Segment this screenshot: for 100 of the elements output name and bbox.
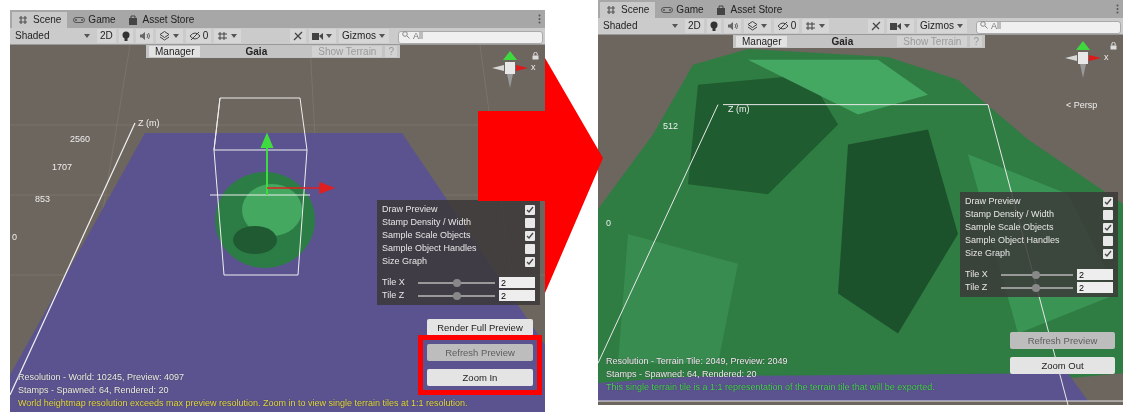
gaia-title: Gaia — [244, 45, 269, 59]
caret-icon — [378, 32, 386, 40]
option-label: Sample Object Handles — [382, 244, 477, 253]
preview-button[interactable]: Zoom In — [427, 369, 533, 386]
search-field[interactable]: All — [398, 30, 543, 44]
option-label: Stamp Density / Width — [382, 218, 472, 227]
caret-icon — [171, 32, 180, 40]
slider-thumb[interactable] — [1031, 283, 1040, 292]
caret-icon — [759, 22, 768, 30]
shading-dropdown[interactable]: Shaded — [12, 29, 94, 43]
checkbox[interactable] — [1103, 222, 1113, 233]
effects-dropdown[interactable] — [743, 19, 771, 33]
axis-label: Z (m) — [728, 105, 750, 114]
axis-tick-label: 512 — [663, 122, 679, 131]
hidden-objects-toggle[interactable]: 0 — [773, 19, 800, 33]
effects-dropdown[interactable] — [155, 29, 183, 43]
tab[interactable]: Game — [67, 12, 122, 28]
caret-icon — [230, 32, 239, 40]
projection-label[interactable]: < Persp — [1066, 101, 1098, 110]
option-label: Size Graph — [965, 249, 1011, 258]
hidden-objects-toggle[interactable]: 0 — [185, 29, 212, 43]
search-icon — [980, 21, 988, 30]
gaia-title: Gaia — [830, 35, 855, 49]
status-text: Stamps - Spawned: 64, Rendered: 20 — [606, 370, 757, 379]
slider-track[interactable] — [418, 281, 495, 284]
audio-toggle[interactable] — [135, 29, 153, 43]
axis-label: Z (m) — [138, 119, 160, 128]
number-field[interactable]: 2 — [1077, 282, 1113, 293]
grid-icon — [606, 5, 618, 15]
option-label: Size Graph — [382, 257, 428, 266]
audio-toggle[interactable] — [723, 19, 741, 33]
preview-button[interactable]: Zoom Out — [1010, 357, 1115, 374]
slider-label: Tile X — [965, 270, 989, 279]
number-field[interactable]: 2 — [1077, 269, 1113, 280]
option-label: Sample Scale Objects — [382, 231, 471, 240]
speaker-icon — [138, 31, 150, 41]
camera-dropdown[interactable] — [309, 29, 337, 43]
lighting-toggle[interactable] — [118, 29, 133, 43]
lock-icon[interactable] — [532, 52, 539, 60]
checkbox[interactable] — [525, 256, 535, 267]
lighting-toggle[interactable] — [706, 19, 721, 33]
more-icon[interactable] — [1116, 4, 1119, 14]
bag-icon — [127, 15, 140, 25]
gizmos-dropdown[interactable]: Gizmos — [917, 19, 967, 33]
slider-track[interactable] — [1001, 286, 1073, 289]
grid-dropdown[interactable] — [214, 29, 242, 43]
camera-dropdown[interactable] — [887, 19, 915, 33]
slider-label: Tile Z — [965, 283, 989, 292]
checkbox[interactable] — [1103, 248, 1113, 259]
option-label: Sample Object Handles — [965, 236, 1060, 245]
slider-track[interactable] — [1001, 273, 1073, 276]
axis-gizmo-label: x — [1104, 53, 1109, 62]
shading-dropdown[interactable]: Shaded — [600, 19, 682, 33]
slider-track[interactable] — [418, 294, 495, 297]
layers-icon — [746, 21, 758, 31]
slider-label: Tile Z — [382, 291, 406, 300]
axis-tick-label: 1707 — [52, 163, 73, 172]
slider-thumb[interactable] — [452, 291, 461, 300]
tab[interactable]: Scene — [12, 12, 68, 28]
checkbox[interactable] — [1103, 235, 1113, 246]
tab[interactable]: Scene — [600, 2, 656, 18]
tools-button[interactable] — [868, 19, 885, 33]
hidden-eye-icon — [776, 21, 789, 31]
layers-icon — [158, 31, 170, 41]
gizmos-dropdown[interactable]: Gizmos — [339, 29, 389, 43]
tab[interactable]: Asset Store — [121, 12, 201, 28]
axis-tick-label: 0 — [12, 233, 17, 242]
lock-icon[interactable] — [1110, 42, 1117, 50]
2d-toggle[interactable]: 2D — [685, 19, 704, 33]
status-message: World heightmap resolution exceeds max preview resolution. Zoom in to view single terrain tiles at 1:1 resolution. — [18, 399, 468, 408]
tab[interactable]: Game — [655, 2, 710, 18]
number-field[interactable]: 2 — [499, 290, 535, 301]
slider-thumb[interactable] — [1031, 270, 1040, 279]
caret-icon — [903, 22, 912, 30]
grid-icon — [805, 21, 817, 31]
slider-label: Tile X — [382, 278, 406, 287]
tab[interactable]: Asset Store — [709, 2, 789, 18]
camera-icon — [312, 31, 324, 41]
checkbox[interactable] — [1103, 209, 1113, 220]
search-field[interactable]: All — [976, 20, 1121, 34]
checkbox[interactable] — [525, 217, 535, 228]
grid-dropdown[interactable] — [802, 19, 830, 33]
axis-tick-label: 0 — [606, 219, 611, 228]
tools-button[interactable] — [290, 29, 307, 43]
manager-button[interactable]: Manager — [149, 46, 201, 57]
checkbox[interactable] — [525, 243, 535, 254]
option-label: Sample Scale Objects — [965, 223, 1054, 232]
checkbox[interactable] — [1103, 196, 1113, 207]
manager-button[interactable]: Manager — [736, 36, 788, 47]
slider-thumb[interactable] — [452, 278, 461, 287]
lightbulb-icon — [121, 30, 130, 42]
status-text: Stamps - Spawned: 64, Rendered: 20 — [18, 386, 169, 395]
more-icon[interactable] — [538, 14, 541, 24]
speaker-icon — [726, 21, 738, 31]
option-label: Draw Preview — [965, 197, 1021, 206]
checkbox[interactable] — [525, 230, 535, 241]
checkbox[interactable] — [525, 204, 535, 215]
number-field[interactable]: 2 — [499, 277, 535, 288]
2d-toggle[interactable]: 2D — [97, 29, 116, 43]
axis-gizmo-label: x — [531, 63, 536, 72]
